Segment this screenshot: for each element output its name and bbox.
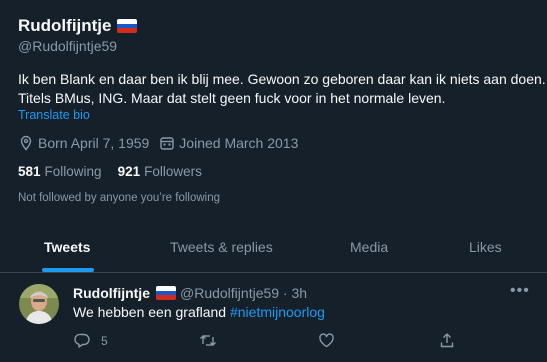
profile-handle: @Rudolfijntje59 [18, 38, 118, 54]
following-count[interactable]: 581 [18, 164, 41, 179]
share-icon [440, 333, 454, 348]
birthdate: Born April 7, 1959 [18, 135, 149, 151]
bio-line: Titels BMus, ING. Maar dat stelt geen fu… [18, 90, 446, 106]
tab-tweets-replies[interactable]: Tweets & replies [170, 239, 273, 255]
reply-count: 5 [101, 333, 108, 348]
tweet-author-name[interactable]: Rudolfijntje [73, 285, 150, 301]
profile-name-text: Rudolfijntje [18, 16, 112, 35]
reply-icon [74, 333, 90, 348]
russian-flag-icon [117, 19, 138, 33]
location-pin-icon [20, 135, 32, 151]
tweet-text: We hebben een grafland #nietmijnoorlog [73, 304, 325, 320]
following-label[interactable]: Following [45, 164, 102, 179]
profile-name: Rudolfijntje [18, 16, 138, 36]
tweet-body: We hebben een grafland [73, 304, 230, 320]
avatar[interactable] [19, 284, 59, 324]
not-followed-note: Not followed by anyone you’re following [18, 192, 221, 204]
divider [0, 272, 547, 273]
join-date: Joined March 2013 [159, 135, 298, 151]
russian-flag-icon [156, 286, 176, 300]
profile-bio: Ik ben Blank en daar ben ik blij mee. Ge… [18, 70, 546, 108]
profile-meta: Born April 7, 1959 Joined March 2013 [18, 135, 308, 151]
tweet-header: Rudolfijntje @Rudolfijntje59 · 3h [73, 285, 307, 301]
tab-media[interactable]: Media [350, 239, 388, 255]
bio-line: Ik ben Blank en daar ben ik blij mee. Ge… [18, 71, 546, 87]
heart-icon [319, 333, 334, 348]
follow-stats: 581 Following 921 Followers [18, 164, 218, 179]
tweet-handle-time[interactable]: @Rudolfijntje59 · 3h [180, 285, 307, 301]
like-button[interactable] [318, 332, 335, 349]
translate-bio-link[interactable]: Translate bio [18, 108, 90, 122]
tab-tweets[interactable]: Tweets [44, 239, 90, 255]
reply-button[interactable]: 5 [74, 332, 108, 349]
share-button[interactable] [439, 332, 455, 349]
followers-count[interactable]: 921 [118, 164, 141, 179]
retweet-button[interactable] [199, 332, 217, 349]
avatar-image [19, 284, 59, 324]
followers-label[interactable]: Followers [144, 164, 202, 179]
retweet-icon [200, 335, 216, 346]
more-options-icon[interactable]: ••• [510, 282, 530, 300]
calendar-icon [160, 137, 174, 150]
profile-tabs: Tweets Tweets & replies Media Likes [0, 228, 547, 268]
hashtag-link[interactable]: #nietmijnoorlog [230, 304, 325, 320]
tab-likes[interactable]: Likes [469, 239, 502, 255]
